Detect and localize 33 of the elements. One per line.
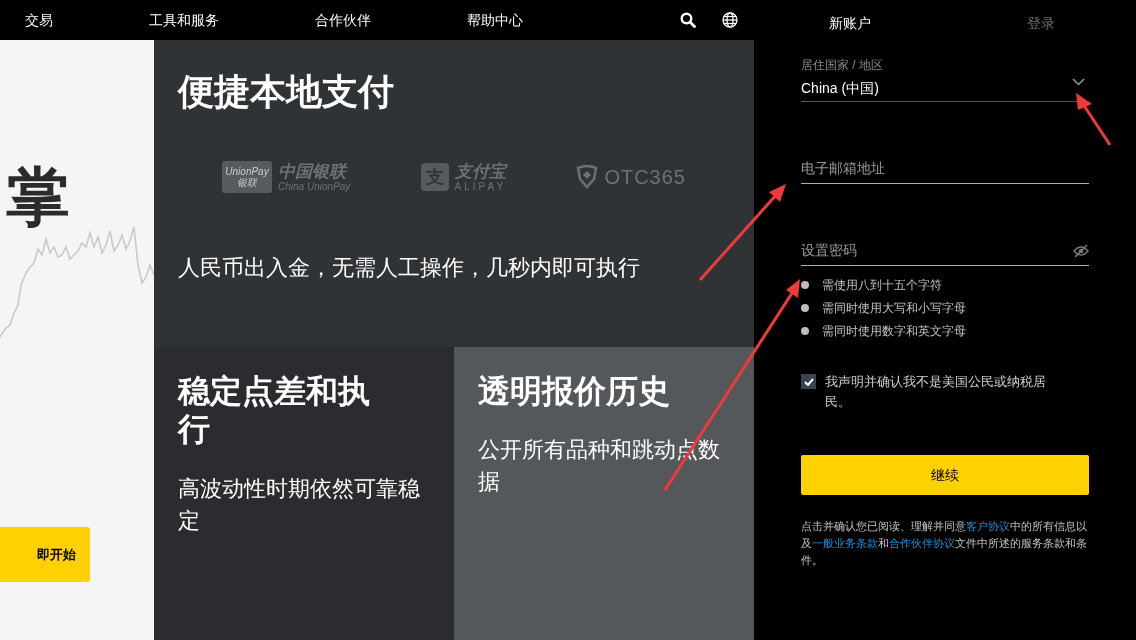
terms-notice: 点击并确认您已阅读、理解并同意客户协议中的所有信息以及一般业务条款和合作伙伴协议文件中所述的服务条款和条件。 (801, 519, 1088, 569)
tab[interactable]: 登录 (945, 12, 1136, 34)
start-button[interactable]: 即开始 (0, 527, 90, 582)
card-text: 高波动性时期依然可靠稳定 (178, 474, 421, 535)
password-rule: 需同时使用大写和小写字母 (822, 300, 966, 317)
search-icon[interactable] (680, 12, 696, 28)
password-rule: 需同时使用数字和英文字母 (822, 323, 966, 340)
checkbox[interactable] (801, 374, 816, 389)
field-value: China (中国) (801, 79, 879, 98)
hidden-eye-icon[interactable] (1073, 243, 1089, 258)
field-label: 居住国家 / 地区 (801, 57, 884, 74)
continue-button[interactable]: 继续 (801, 455, 1089, 495)
nav-link[interactable]: 工具和服务 (149, 9, 219, 31)
declaration-text: 我声明并确认我不是美国公民或纳税居民。 (825, 373, 1047, 411)
terms-link[interactable]: 一般业务条款 (812, 537, 878, 550)
card-title: 稳定点差和执行 (178, 372, 371, 449)
card-text: 人民币出入金，无需人工操作，几秒内即可执行 (178, 254, 641, 283)
terms-link[interactable]: 客户协议 (966, 520, 1010, 532)
payment-logo: OTC365 (576, 165, 686, 190)
password-field[interactable]: 设置密码 (801, 240, 1073, 261)
card-title: 透明报价历史 (478, 372, 671, 411)
chevron-down-icon (1072, 78, 1085, 86)
nav-link[interactable]: 交易 (25, 9, 53, 31)
hero-title: 掌 (6, 165, 70, 229)
nav-link[interactable]: 合作伙伴 (315, 9, 371, 31)
globe-icon[interactable] (722, 12, 738, 28)
nav-link[interactable]: 帮助中心 (467, 9, 523, 31)
email-field[interactable]: 电子邮箱地址 (801, 158, 1089, 184)
tab[interactable]: 新账户 (754, 12, 945, 34)
terms-link[interactable]: 合作伙伴协议 (889, 537, 955, 550)
password-rule: 需使用八到十五个字符 (822, 277, 942, 294)
card-title: 便捷本地支付 (178, 70, 395, 114)
annotation-arrow (1076, 93, 1112, 146)
